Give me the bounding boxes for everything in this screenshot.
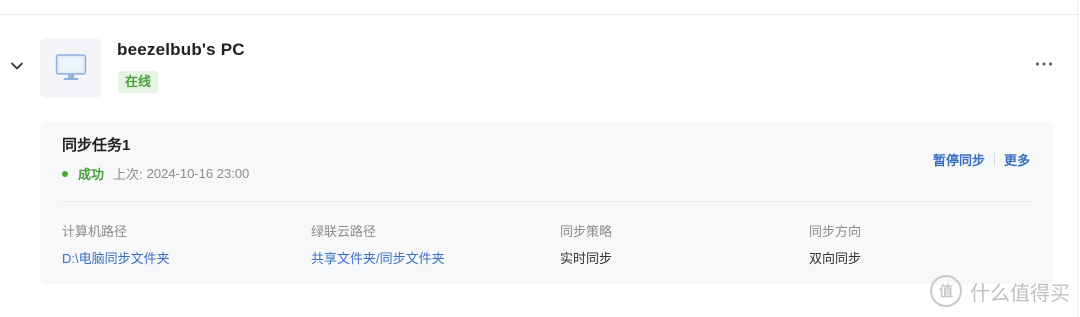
watermark: 值 什么值得买 bbox=[930, 275, 1070, 307]
cloud-path-link[interactable]: 共享文件夹/同步文件夹 bbox=[311, 248, 445, 267]
cloud-path-label: 绿联云路径 bbox=[311, 224, 377, 239]
sync-direction-value: 双向同步 bbox=[809, 251, 862, 266]
watermark-logo-icon: 值 bbox=[930, 275, 962, 307]
sync-policy-field: 同步策略 实时同步 bbox=[560, 221, 612, 267]
sync-task-card: 同步任务1 成功 上次: 2024-10-16 23:00 暂停同步 更多 计算… bbox=[40, 121, 1053, 284]
chevron-down-icon[interactable] bbox=[9, 58, 25, 74]
page: beezelbub's PC 在线 同步任务1 成功 上次: 2024-10-1… bbox=[0, 0, 1080, 317]
top-divider bbox=[0, 14, 1080, 15]
device-name: beezelbub's PC bbox=[117, 40, 245, 59]
success-dot-icon bbox=[62, 170, 68, 177]
sync-direction-label: 同步方向 bbox=[809, 224, 862, 239]
last-sync-time: 2024-10-16 23:00 bbox=[146, 166, 250, 181]
last-sync-label: 上次: bbox=[113, 167, 143, 182]
right-edge-divider bbox=[1077, 0, 1078, 317]
card-divider bbox=[62, 201, 1031, 202]
action-divider bbox=[993, 153, 995, 166]
watermark-text: 什么值得买 bbox=[970, 280, 1070, 305]
more-button[interactable]: 更多 bbox=[1004, 150, 1030, 169]
computer-path-link[interactable]: D:\电脑同步文件夹 bbox=[62, 248, 170, 267]
computer-path-field: 计算机路径 D:\电脑同步文件夹 bbox=[62, 221, 170, 267]
sync-policy-value: 实时同步 bbox=[560, 251, 613, 266]
online-status-badge: 在线 bbox=[118, 71, 159, 93]
task-actions: 暂停同步 更多 bbox=[933, 150, 1030, 169]
device-avatar bbox=[40, 38, 101, 98]
sync-direction-field: 同步方向 双向同步 bbox=[809, 221, 861, 267]
pause-sync-button[interactable]: 暂停同步 bbox=[933, 150, 985, 169]
task-status: 成功 bbox=[78, 167, 105, 182]
task-title: 同步任务1 bbox=[62, 137, 131, 154]
cloud-path-field: 绿联云路径 共享文件夹/同步文件夹 bbox=[311, 221, 445, 267]
task-status-row: 成功 上次: 2024-10-16 23:00 bbox=[62, 164, 249, 183]
computer-path-label: 计算机路径 bbox=[62, 224, 128, 239]
sync-policy-label: 同步策略 bbox=[560, 224, 613, 239]
monitor-icon bbox=[55, 54, 86, 80]
more-horizontal-icon[interactable] bbox=[1034, 56, 1054, 72]
